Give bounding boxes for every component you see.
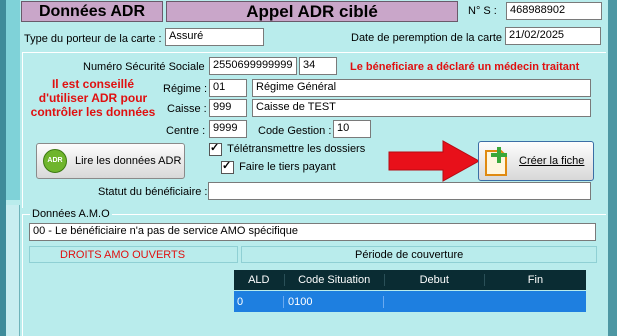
left-edge-inner — [6, 0, 20, 200]
table-row[interactable]: 0 0100 — [234, 291, 586, 312]
read-adr-label: Lire les données ADR — [75, 155, 182, 167]
teletransmit-checkbox-row[interactable]: Télétransmettre les dossiers — [209, 141, 366, 156]
secu-label: Numéro Sécurité Sociale — [83, 61, 205, 73]
card-expiry-label: Date de peremption de la carte : — [351, 32, 509, 44]
new-document-icon — [485, 147, 507, 176]
gestion-code-field[interactable]: 10 — [333, 120, 371, 138]
red-arrow-icon — [388, 140, 481, 182]
amo-service-field[interactable]: 00 - Le bénéficiaire n'a pas de service … — [29, 223, 596, 241]
read-adr-button[interactable]: ADR Lire les données ADR — [36, 143, 185, 179]
tiers-payant-checkbox-row[interactable]: Faire le tiers payant — [221, 159, 336, 174]
ns-field[interactable]: 468988902 — [506, 2, 602, 20]
medecin-traitant-notice: Le béneficiare a déclaré un médecin trai… — [350, 61, 580, 73]
col-code-situation[interactable]: Code Situation — [285, 274, 385, 286]
caisse-label: Caisse : — [167, 103, 207, 115]
card-type-label: Type du porteur de la carte : — [24, 33, 162, 45]
centre-code-field[interactable]: 9999 — [209, 120, 247, 138]
centre-label: Centre : — [166, 125, 206, 137]
col-fin[interactable]: Fin — [485, 274, 586, 286]
periode-label: Période de couverture — [355, 249, 464, 261]
ns-label: N° S : — [468, 5, 497, 17]
tiers-payant-label: Faire le tiers payant — [239, 161, 336, 174]
statut-label: Statut du bénéficiaire : — [98, 186, 208, 198]
statut-field[interactable] — [208, 182, 591, 200]
gestion-label: Code Gestion : — [258, 125, 332, 137]
cell-ald: 0 — [234, 295, 284, 308]
caisse-name-field[interactable]: Caisse de TEST — [252, 99, 591, 117]
adr-card-icon: ADR — [43, 149, 67, 173]
create-record-label: Créer la fiche — [519, 155, 585, 167]
secu-key-field[interactable]: 34 — [299, 57, 337, 75]
right-edge-strip — [608, 0, 617, 336]
title-adr-data: Données ADR — [21, 1, 163, 22]
tiers-payant-checkbox[interactable] — [221, 159, 234, 174]
card-expiry-field[interactable]: 21/02/2025 — [505, 27, 601, 45]
amo-table: ALD Code Situation Debut Fin 0 0100 — [234, 270, 586, 336]
create-record-button[interactable]: Créer la fiche — [478, 141, 594, 181]
droits-amo-status: DROITS AMO OUVERTS — [60, 249, 186, 261]
col-debut[interactable]: Debut — [385, 274, 485, 286]
left-edge-lower — [6, 205, 20, 336]
cell-code-situation: 0100 — [284, 295, 384, 308]
col-ald[interactable]: ALD — [234, 274, 285, 286]
regime-label: Régime : — [163, 83, 208, 95]
amo-section-label: Données A.M.O — [30, 208, 112, 220]
secu-number-field[interactable]: 2550699999999 — [209, 57, 297, 75]
caisse-code-field[interactable]: 999 — [209, 99, 247, 117]
title-appel-adr: Appel ADR ciblé — [166, 1, 458, 22]
regime-name-field[interactable]: Régime Général — [252, 79, 591, 97]
teletransmit-label: Télétransmettre les dossiers — [227, 143, 366, 156]
card-type-field[interactable]: Assuré — [165, 28, 264, 46]
adr-advice-text: Il est conseillé d'utiliser ADR pour con… — [30, 77, 156, 119]
amo-table-header: ALD Code Situation Debut Fin — [234, 270, 586, 290]
regime-code-field[interactable]: 01 — [209, 79, 247, 97]
teletransmit-checkbox[interactable] — [209, 141, 222, 156]
